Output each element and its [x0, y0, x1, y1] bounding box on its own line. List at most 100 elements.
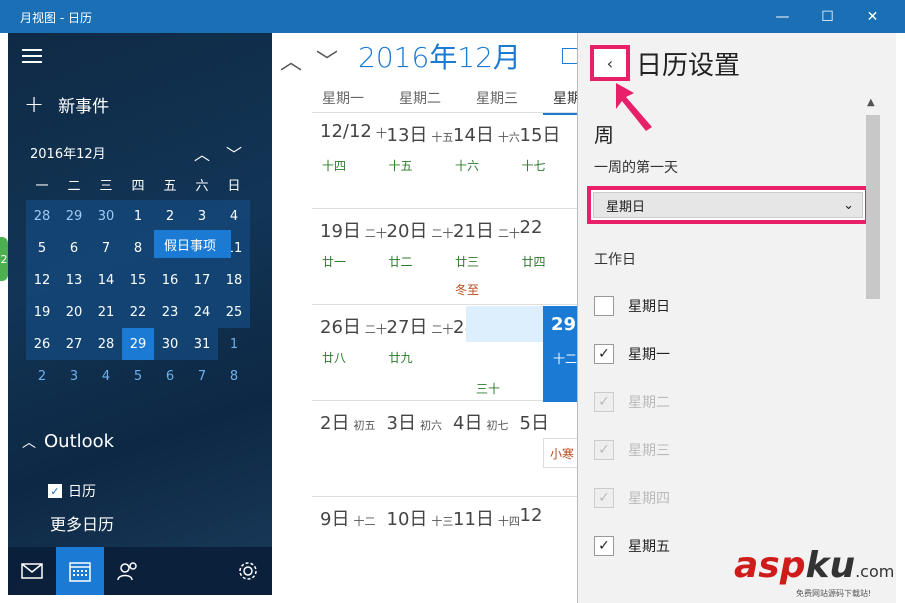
mini-day[interactable]: 30	[90, 200, 122, 232]
workday-checkbox[interactable]: 星期日	[594, 295, 670, 317]
mini-day[interactable]: 8	[122, 232, 154, 264]
day-cell[interactable]: 15日 十七	[512, 113, 579, 208]
workday-label: 星期二	[628, 395, 670, 411]
mini-day[interactable]: 14	[90, 264, 122, 296]
maximize-button[interactable]: ☐	[805, 0, 850, 33]
day-cell[interactable]: 4日 初七	[445, 401, 512, 496]
day-header: 星期三	[476, 91, 518, 107]
mini-day[interactable]: 20	[58, 296, 90, 328]
lunar-short: 初七	[486, 419, 509, 432]
mini-day[interactable]: 28	[90, 328, 122, 360]
mini-day[interactable]: 7	[186, 360, 218, 392]
today-icon[interactable]	[562, 48, 578, 64]
first-day-dropdown[interactable]: 星期日 ⌄	[587, 186, 869, 224]
mini-day[interactable]: 18	[218, 264, 250, 296]
chevron-down-icon[interactable]: ﹀	[226, 141, 242, 165]
day-number: 12	[519, 505, 543, 526]
day-cell[interactable]: 9日 十二	[312, 497, 379, 592]
day-cell[interactable]: 2日 初五	[312, 401, 379, 496]
mini-day[interactable]: 25	[218, 296, 250, 328]
workdays-label: 工作日	[594, 252, 636, 268]
holiday-lunar: 三十	[476, 382, 501, 396]
day-number: 11日 十四	[453, 509, 520, 530]
day-cell[interactable]: 11日 十四	[445, 497, 520, 592]
day-cell[interactable]: 19日 二十 廿一	[312, 209, 387, 304]
mini-weekday: 一	[35, 179, 49, 194]
mini-day[interactable]: 12	[26, 264, 58, 296]
mini-weekday-header: 一二三四五六日	[26, 175, 250, 194]
mini-day[interactable]: 4	[90, 360, 122, 392]
mini-day[interactable]: 4	[218, 200, 250, 232]
day-cell[interactable]: 20日 二十 廿二	[379, 209, 454, 304]
previous-month-icon[interactable]: ︿	[280, 50, 302, 75]
mini-day[interactable]: 27	[58, 328, 90, 360]
scroll-up-icon[interactable]: ▲	[867, 97, 875, 108]
chevron-up-icon[interactable]: ︿	[194, 141, 210, 165]
day-cell[interactable]: 13日 十五 十五	[379, 113, 454, 208]
people-icon[interactable]	[104, 547, 152, 595]
mini-day[interactable]: 17	[186, 264, 218, 296]
mini-day[interactable]: 2	[154, 200, 186, 232]
mini-day[interactable]: 26	[26, 328, 58, 360]
mini-day[interactable]: 31	[186, 328, 218, 360]
mini-month-title[interactable]: 2016年12月	[30, 143, 106, 162]
mini-day[interactable]: 15	[122, 264, 154, 296]
mini-day[interactable]: 21	[90, 296, 122, 328]
mini-day[interactable]: 16	[154, 264, 186, 296]
holiday-event[interactable]: 假日事项	[154, 230, 231, 258]
mini-day[interactable]: 2	[26, 360, 58, 392]
workday-checkbox[interactable]: ✓ 星期五	[594, 535, 670, 557]
more-calendars-link[interactable]: 更多日历	[50, 511, 114, 535]
mini-day[interactable]: 23	[154, 296, 186, 328]
next-month-icon[interactable]: ﹀	[316, 50, 338, 75]
hamburger-icon[interactable]	[22, 49, 42, 63]
calendar-icon[interactable]	[56, 547, 104, 595]
side-tab[interactable]: 2	[0, 237, 8, 281]
mini-day[interactable]: 5	[122, 360, 154, 392]
close-button[interactable]: ✕	[850, 0, 895, 33]
mini-day[interactable]: 5	[26, 232, 58, 264]
mini-day[interactable]: 1	[218, 328, 250, 360]
day-cell[interactable]: 27日 二十 廿九	[379, 305, 454, 400]
mini-day[interactable]: 29	[58, 200, 90, 232]
mini-day[interactable]: 3	[58, 360, 90, 392]
left-edge	[0, 33, 8, 603]
mini-day[interactable]: 19	[26, 296, 58, 328]
day-cell[interactable]: 26日 二十 廿八	[312, 305, 387, 400]
mini-day[interactable]: 13	[58, 264, 90, 296]
minimize-button[interactable]: —	[760, 0, 805, 33]
day-cell[interactable]: 10日 十三	[379, 497, 454, 592]
workday-checkbox[interactable]: ✓ 星期一	[594, 343, 670, 365]
calendar-checkbox[interactable]: ✓ 日历	[48, 481, 96, 501]
back-button[interactable]: ‹	[590, 45, 630, 81]
day-number: 10日 十三	[386, 509, 454, 530]
mini-day[interactable]: 28	[26, 200, 58, 232]
lunar-date: 廿二	[388, 255, 413, 269]
selected-day-cell[interactable]	[466, 306, 543, 342]
mini-day[interactable]: 30	[154, 328, 186, 360]
day-cell[interactable]: 21日 二十 廿三 冬至	[445, 209, 520, 304]
scrollbar[interactable]	[866, 115, 880, 299]
mini-day[interactable]: 3	[186, 200, 218, 232]
mini-weekday: 日	[227, 179, 241, 194]
new-event-button[interactable]: + 新事件	[24, 90, 109, 118]
month-title[interactable]: 2016年12月	[358, 36, 521, 76]
mini-day[interactable]: 6	[58, 232, 90, 264]
day-cell[interactable]: 12	[512, 497, 579, 592]
mini-day[interactable]: 8	[218, 360, 250, 392]
mini-day[interactable]: 22	[122, 296, 154, 328]
mini-day[interactable]: 7	[90, 232, 122, 264]
day-cell[interactable]: 12/12 十十四	[312, 113, 387, 208]
mail-icon[interactable]	[8, 547, 56, 595]
workday-label: 星期五	[628, 539, 670, 555]
day-cell[interactable]: 14日 十六 十六	[445, 113, 520, 208]
mini-day[interactable]: 24	[186, 296, 218, 328]
day-cell[interactable]: 22 廿四	[512, 209, 579, 304]
xiaohan-event[interactable]: 小寒	[543, 438, 578, 468]
mini-day[interactable]: 29	[122, 328, 154, 360]
mini-day[interactable]: 6	[154, 360, 186, 392]
outlook-group-toggle[interactable]: ︿ Outlook	[22, 431, 114, 452]
gear-icon[interactable]	[224, 547, 272, 595]
day-cell[interactable]: 3日 初六	[379, 401, 446, 496]
mini-day[interactable]: 1	[122, 200, 154, 232]
